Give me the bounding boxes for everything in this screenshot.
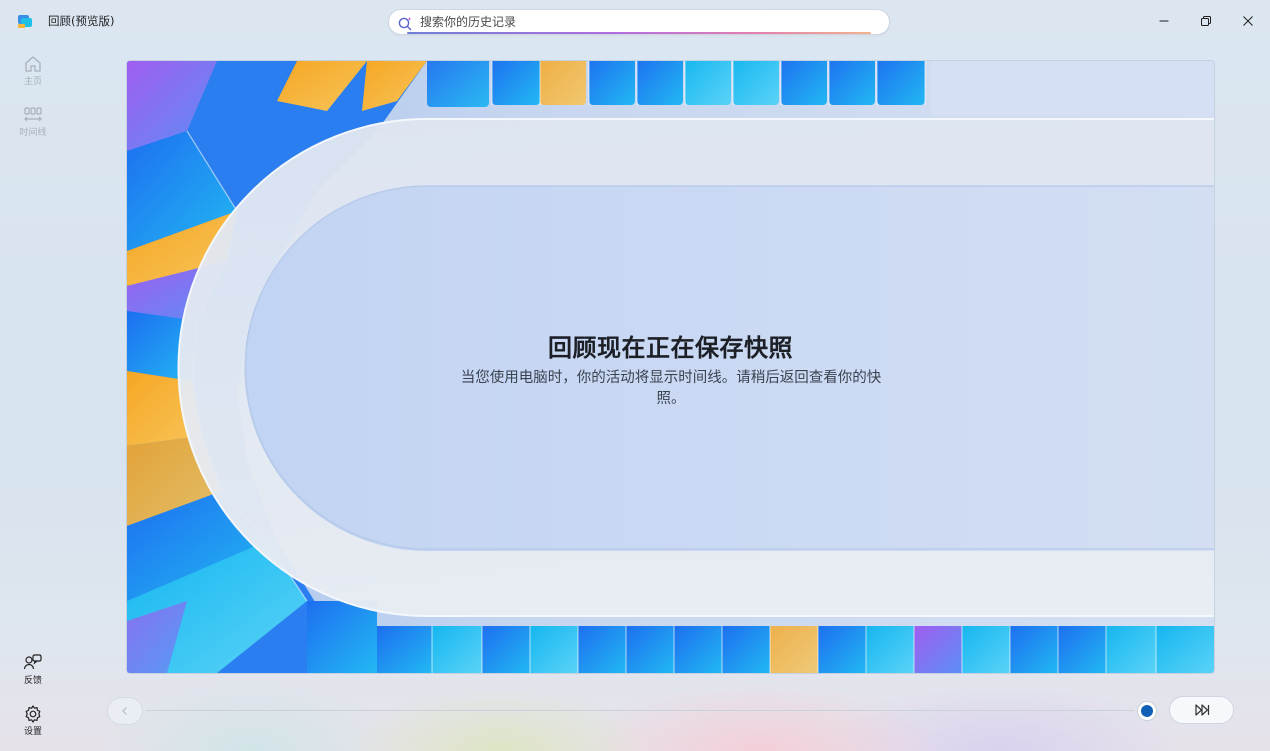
sidebar-item-label: 时间线 (19, 128, 47, 138)
timeline-slider-track[interactable] (146, 710, 1134, 711)
close-button[interactable] (1227, 0, 1269, 42)
title-bar: 回顾(预览版) (0, 0, 1270, 42)
close-icon (1243, 16, 1253, 26)
restore-icon (1201, 16, 1211, 26)
search-input[interactable] (420, 13, 870, 31)
timeline-slider-thumb[interactable] (1137, 701, 1157, 721)
timeline-icon (24, 107, 42, 122)
search-box[interactable] (388, 9, 890, 35)
sidebar-item-label: 主页 (23, 77, 42, 87)
snapshot-preview-hero: 回顾现在正在保存快照 当您使用电脑时，你的活动将显示时间线。请稍后返回查看你的快… (127, 61, 1214, 673)
timeline-previous-button[interactable] (107, 697, 143, 725)
search-icon (398, 17, 412, 31)
app-title: 回顾(预览版) (48, 14, 115, 28)
sidebar-item-feedback[interactable]: 反馈 (12, 653, 54, 687)
sidebar-item-home[interactable]: 主页 (12, 54, 54, 88)
sidebar-item-settings[interactable]: 设置 (12, 704, 54, 738)
sidebar-item-label: 设置 (23, 727, 42, 737)
maximize-button[interactable] (1185, 0, 1227, 42)
minimize-icon (1159, 20, 1169, 22)
sidebar-item-label: 反馈 (23, 676, 42, 686)
page-title: 回顾现在正在保存快照 (548, 334, 793, 362)
recall-app-icon (18, 15, 32, 28)
chevron-left-icon (122, 707, 127, 715)
settings-icon (25, 705, 41, 723)
page-description: 当您使用电脑时，你的活动将显示时间线。请稍后返回查看你的快照。 (460, 370, 882, 407)
skip-forward-icon (1194, 704, 1209, 716)
jump-to-now-button[interactable] (1169, 696, 1234, 724)
feedback-icon (23, 654, 42, 670)
sidebar-item-timeline[interactable]: 时间线 (12, 105, 54, 139)
hero-illustration (127, 61, 1214, 673)
timeline-thumb-dot (1141, 705, 1153, 717)
minimize-button[interactable] (1143, 0, 1185, 42)
home-icon (25, 56, 41, 72)
